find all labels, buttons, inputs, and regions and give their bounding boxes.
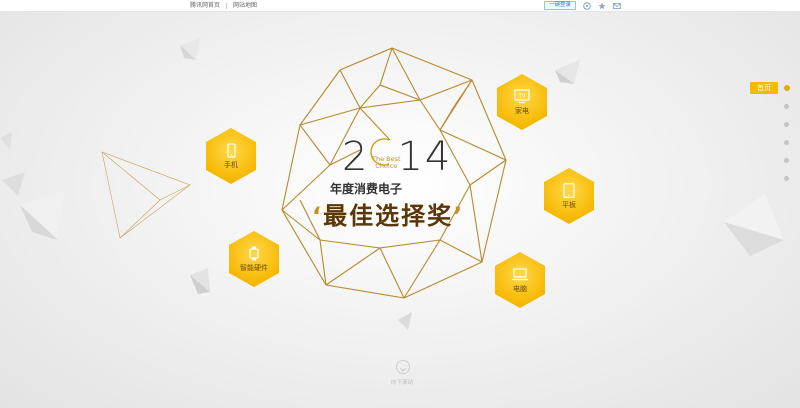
qq-home-link[interactable]: 腾讯网首页 [190,1,220,10]
category-label: 智能硬件 [240,263,268,272]
quote-close: ’ [453,202,465,230]
category-home-appliance[interactable]: TV 家电 [497,74,547,130]
year-part-1: 2 [342,134,370,180]
phone-icon [227,142,236,158]
category-label: 平板 [562,200,576,209]
year-part-2: 14 [397,134,453,180]
tablet-icon [563,182,575,198]
star-icon[interactable] [598,2,606,10]
category-tablet[interactable]: 平板 [544,168,594,224]
category-smart-hardware[interactable]: 智能硬件 [229,231,279,287]
side-nav-dot-3[interactable] [784,122,789,127]
side-nav-dot-6[interactable] [784,176,789,181]
hex-content: 智能硬件 [229,231,279,287]
side-nav-home-tab[interactable]: 首页 [750,82,778,94]
award-title-block: 2 14 The Best Choice 年度消费电子 ‘最佳选择奖’ [292,130,512,240]
category-label: 家电 [515,106,529,115]
side-nav-dot-5[interactable] [784,158,789,163]
category-label: 电脑 [513,284,527,293]
award-subtitle: 年度消费电子 [330,182,403,196]
sitemap-link[interactable]: 网站地图 [233,1,257,10]
laptop-icon [512,267,528,280]
main-title-text: 最佳选择奖 [323,202,454,230]
category-label: 手机 [224,160,238,169]
best-choice-text: The Best Choice [372,156,401,170]
top-bar: 腾讯网首页 网站地图 一键登录 [0,0,800,12]
side-nav-dot-2[interactable] [784,104,789,109]
award-main-title: ‘最佳选择奖’ [312,196,464,231]
best-choice-line-2: Choice [375,162,398,170]
category-phone[interactable]: 手机 [206,128,256,184]
qzone-icon[interactable] [583,1,591,10]
chevron-down-icon [400,368,406,372]
top-right-tools: 一键登录 [544,1,621,10]
top-links: 腾讯网首页 网站地图 [190,1,257,10]
one-click-login-button[interactable]: 一键登录 [544,1,577,10]
tv-icon-text: TV [517,93,525,99]
side-nav-dot-4[interactable] [784,140,789,145]
smartwatch-icon [249,246,259,260]
category-computer[interactable]: 电脑 [495,252,545,308]
mail-icon[interactable] [613,2,621,10]
hex-content: 手机 [206,128,256,184]
hex-content: 平板 [544,168,594,224]
scroll-down-label: 向下滚动 [391,380,414,386]
divider [226,2,228,9]
scroll-down-button[interactable] [396,360,410,374]
hex-content: 电脑 [495,252,545,308]
tv-icon: TV [514,88,530,103]
quote-open: ‘ [312,202,324,230]
hex-content: TV 家电 [497,74,547,130]
side-nav-dot-1[interactable] [784,85,790,91]
